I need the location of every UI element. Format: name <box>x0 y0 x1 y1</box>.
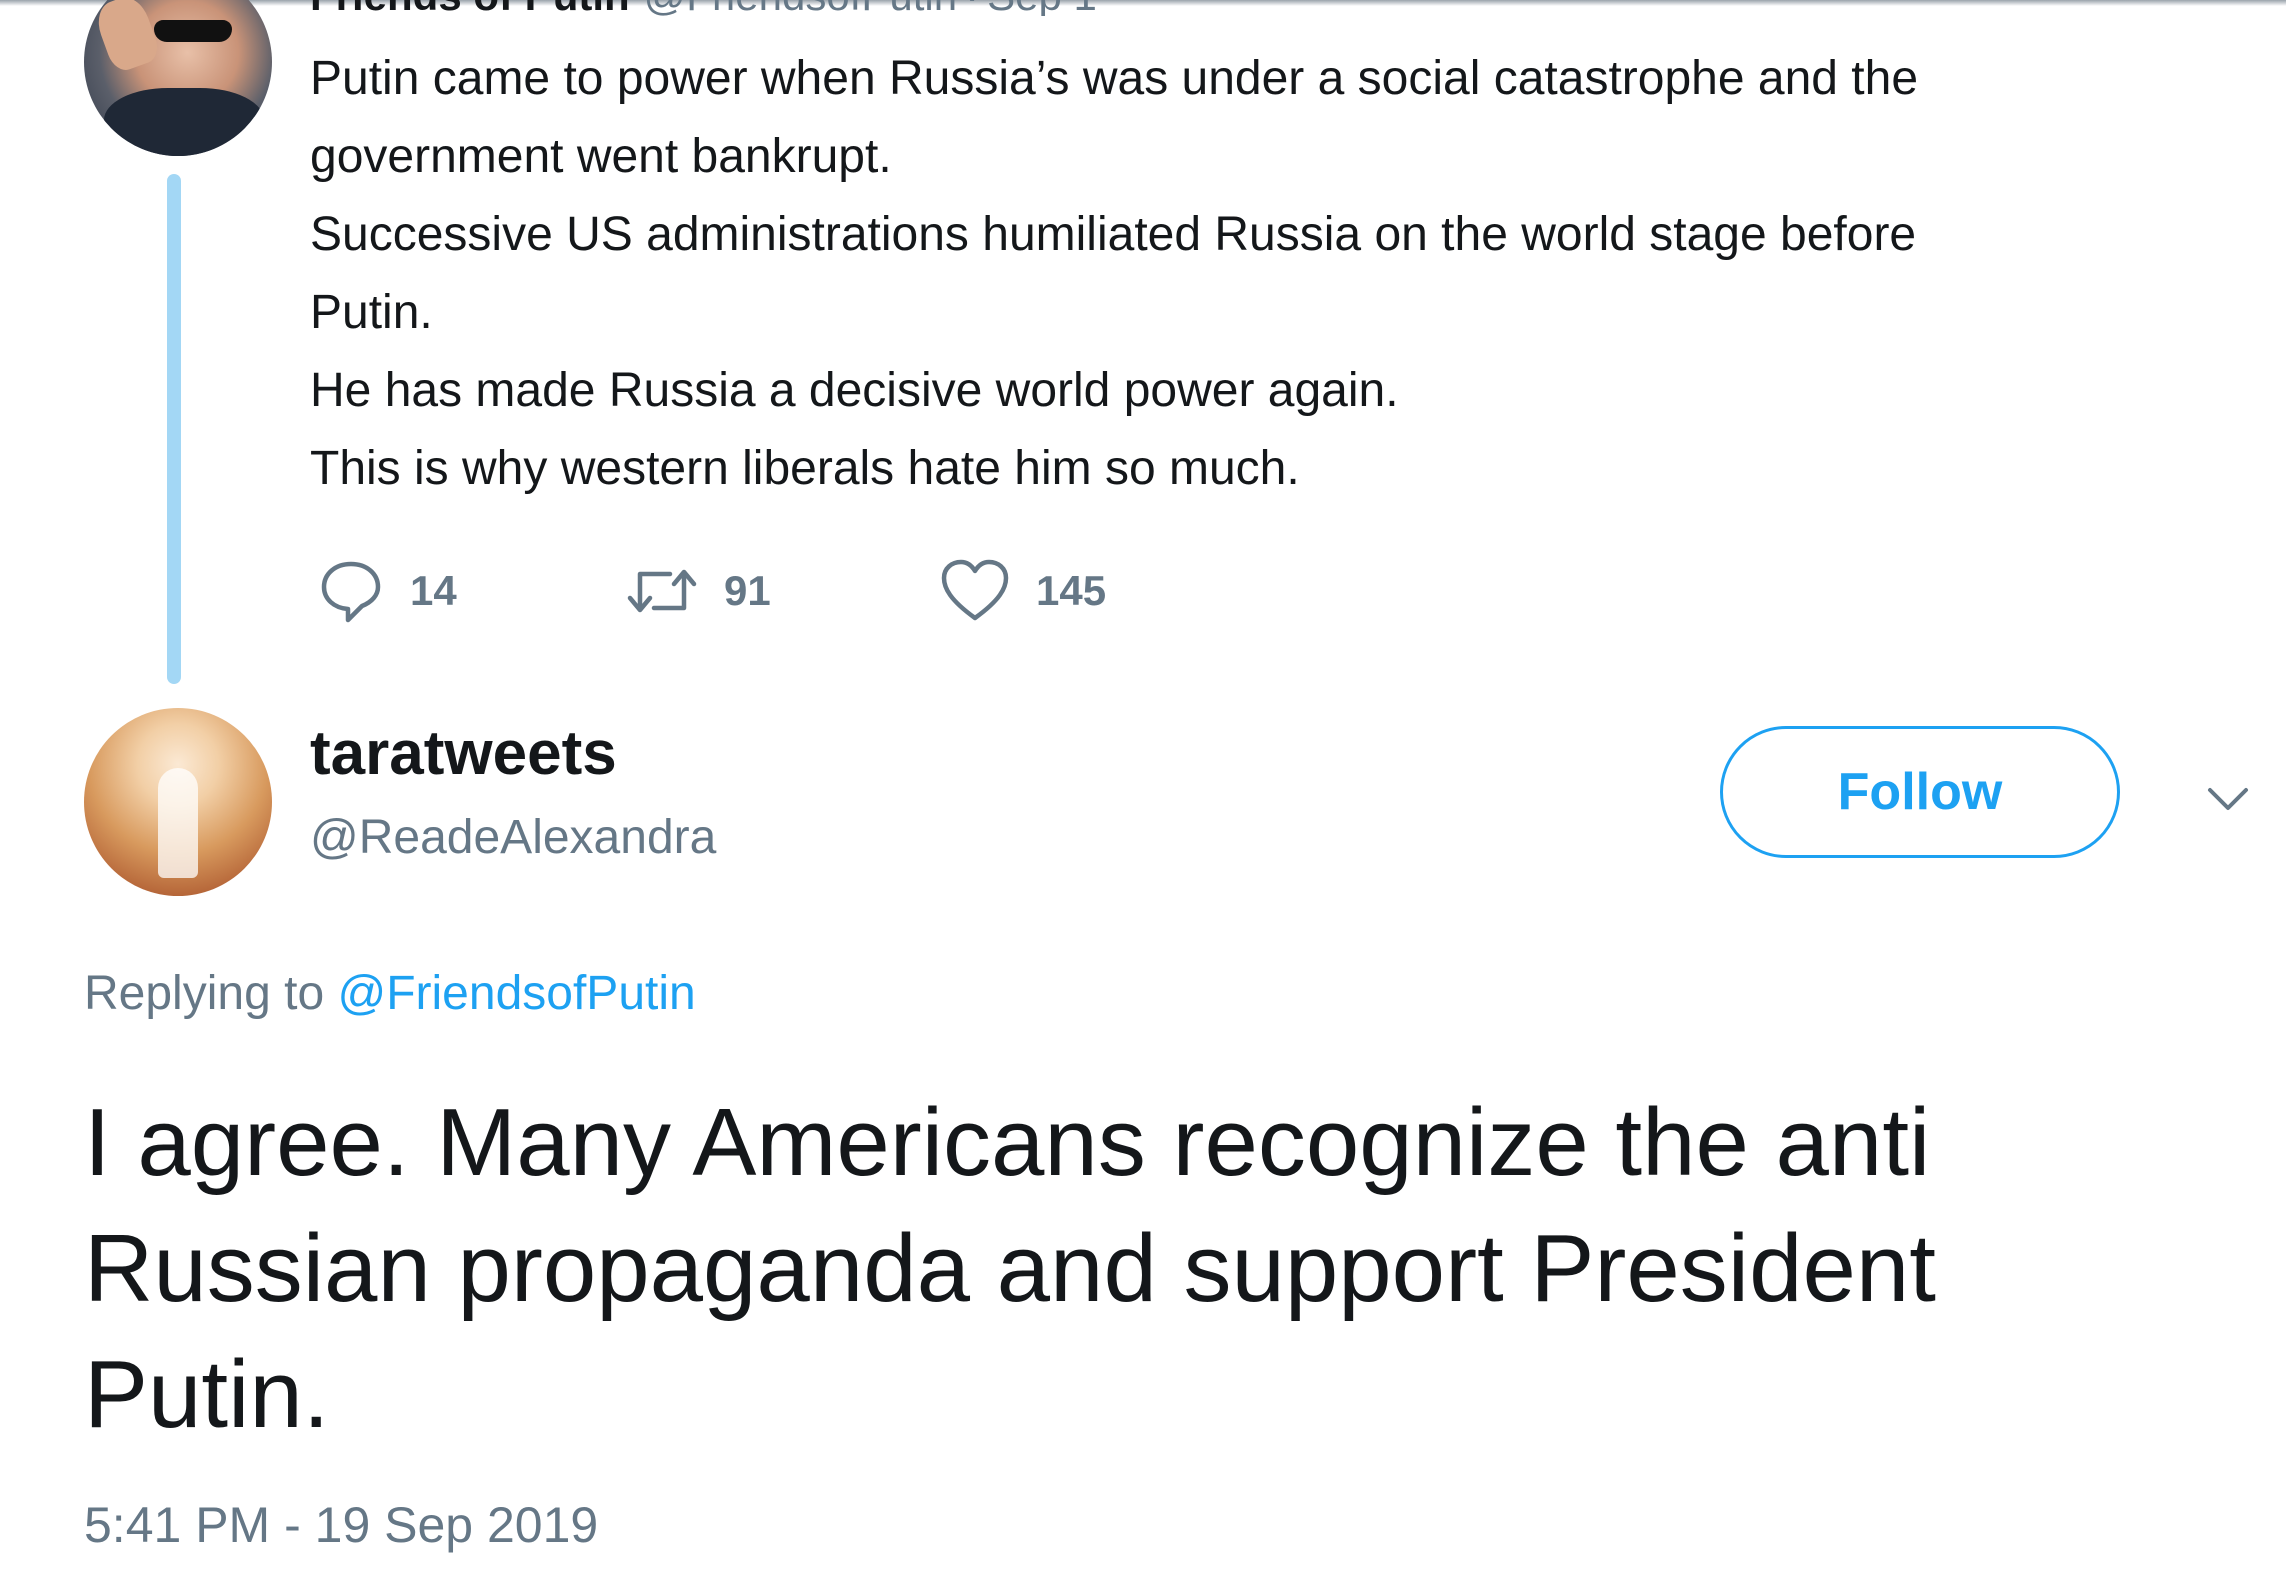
retweet-count: 91 <box>724 567 771 614</box>
parent-display-name[interactable]: Friends of Putin <box>310 0 630 16</box>
like-action[interactable]: 145 <box>940 556 1106 626</box>
avatar-suit <box>104 88 264 156</box>
reply-action[interactable]: 14 <box>318 556 457 626</box>
retweet-action[interactable]: 91 <box>626 556 771 626</box>
reply-avatar[interactable] <box>84 708 272 896</box>
parent-tweet-text: Putin came to power when Russia’s was un… <box>310 40 2210 508</box>
parent-handle[interactable]: @FriendsofPutin <box>644 0 957 16</box>
retweet-icon <box>627 569 697 613</box>
reply-timestamp[interactable]: 5:41 PM - 19 Sep 2019 <box>84 1496 598 1554</box>
avatar-hand <box>91 0 163 75</box>
parent-text-line: government went bankrupt. <box>310 130 892 183</box>
header-separator: · <box>965 0 979 16</box>
reply-display-name[interactable]: taratweets <box>310 718 617 789</box>
reply-handle[interactable]: @ReadeAlexandra <box>310 810 716 865</box>
parent-text-line: Putin came to power when Russia’s was un… <box>310 52 1919 105</box>
replying-to-mention-link[interactable]: @FriendsofPutin <box>337 967 695 1020</box>
avatar-figure <box>158 768 198 878</box>
replying-to-line: Replying to @FriendsofPutin <box>84 966 696 1021</box>
reply-text-line: Putin. <box>84 1341 330 1448</box>
parent-text-line: Successive US administrations humiliated… <box>310 208 1917 261</box>
reply-count: 14 <box>410 567 457 614</box>
parent-text-line: He has made Russia a decisive world powe… <box>310 364 1399 417</box>
reply-icon <box>321 561 381 623</box>
reply-text-line: I agree. Many Americans recognize the an… <box>84 1089 1931 1196</box>
parent-text-line: This is why western liberals hate him so… <box>310 442 1300 495</box>
reply-text-line: Russian propaganda and support President <box>84 1215 1936 1322</box>
chevron-down-icon[interactable] <box>2204 782 2252 816</box>
replying-to-prefix: Replying to <box>84 967 325 1020</box>
like-count: 145 <box>1036 567 1107 614</box>
parent-date[interactable]: Sep 1 <box>987 0 1097 16</box>
parent-tweet-actions: 14 91 145 <box>318 556 1218 626</box>
parent-text-line: Putin. <box>310 286 433 339</box>
thread-connector-line <box>167 174 181 684</box>
reply-tweet-text: I agree. Many Americans recognize the an… <box>84 1080 2224 1458</box>
parent-tweet-header: Friends of Putin @FriendsofPutin · Sep 1 <box>310 0 1097 16</box>
follow-button[interactable]: Follow <box>1720 726 2120 858</box>
avatar-sunglasses <box>154 20 232 42</box>
parent-avatar[interactable] <box>84 0 272 156</box>
heart-icon <box>941 559 1009 621</box>
